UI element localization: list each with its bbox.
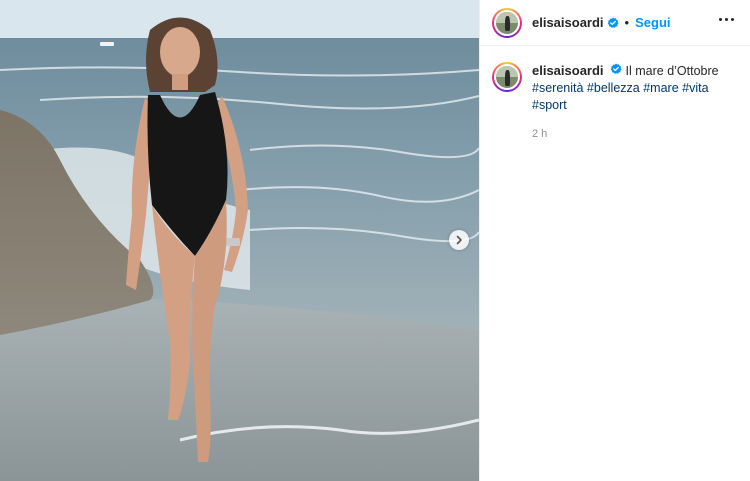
chevron-right-icon (456, 235, 462, 245)
more-options-icon[interactable] (717, 14, 736, 25)
post-timestamp[interactable]: 2 h (532, 126, 738, 143)
caption-avatar[interactable] (492, 62, 522, 92)
username-link[interactable]: elisaisoardi (532, 15, 604, 30)
post-caption: elisaisoardi Il mare d’Ottobre #serenità… (480, 46, 750, 143)
hashtag-link[interactable]: #vita (682, 81, 708, 95)
separator-dot: • (624, 15, 630, 30)
hashtag-link[interactable]: #sport (532, 98, 567, 112)
caption-body: elisaisoardi Il mare d’Ottobre #serenità… (532, 62, 738, 143)
hashtag-link[interactable]: #bellezza (587, 81, 640, 95)
hashtag-link[interactable]: #serenità (532, 81, 583, 95)
post-details-panel: elisaisoardi • Segui elisaisoardi Il mar… (479, 0, 750, 481)
beach-photo (0, 0, 479, 481)
post-header: elisaisoardi • Segui (480, 0, 750, 46)
hashtag-list: #serenità #bellezza #mare #vita #sport (532, 80, 738, 114)
follow-button[interactable]: Segui (635, 15, 670, 30)
post-image[interactable] (0, 0, 479, 481)
verified-badge-icon (610, 63, 622, 75)
caption-text: Il mare d’Ottobre (625, 64, 719, 78)
hashtag-link[interactable]: #mare (643, 81, 678, 95)
avatar[interactable] (492, 7, 522, 38)
next-image-button[interactable] (449, 230, 469, 250)
verified-badge-icon (607, 17, 619, 29)
caption-username-link[interactable]: elisaisoardi (532, 63, 604, 78)
